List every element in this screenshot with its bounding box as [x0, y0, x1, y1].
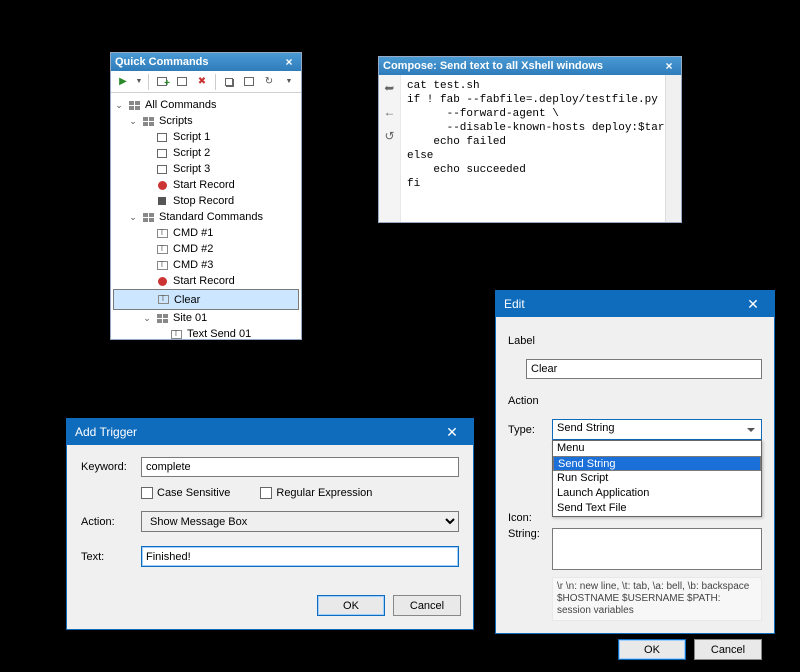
run-icon[interactable]: ▶ — [114, 73, 132, 91]
text-input[interactable] — [141, 546, 459, 567]
tree-stop-record[interactable]: Stop Record — [113, 193, 299, 209]
text-icon — [155, 242, 169, 256]
tree-cmd-2[interactable]: CMD #2 — [113, 241, 299, 257]
cancel-button[interactable]: Cancel — [694, 639, 762, 660]
type-select-display[interactable]: Send String — [552, 419, 762, 440]
regex-checkbox[interactable]: Regular Expression — [260, 487, 372, 499]
tree-root[interactable]: ⌄ All Commands — [113, 97, 299, 113]
edit-dialog: Edit ✕ Label Action Type: Send String Me… — [495, 290, 775, 634]
type-select[interactable]: Send String Menu Send String Run Script … — [552, 419, 762, 440]
tree-start-record-2[interactable]: Start Record — [113, 273, 299, 289]
send-icon[interactable]: ➥ — [384, 81, 394, 95]
edit-titlebar[interactable]: Edit ✕ — [496, 291, 774, 317]
copy-icon[interactable] — [220, 73, 238, 91]
close-icon[interactable]: ✕ — [740, 291, 766, 317]
tree-start-record[interactable]: Start Record — [113, 177, 299, 193]
case-sensitive-checkbox[interactable]: Case Sensitive — [141, 487, 230, 499]
compose-title: Compose: Send text to all Xshell windows — [383, 60, 661, 72]
tree-standard[interactable]: ⌄ Standard Commands — [113, 209, 299, 225]
paste-icon[interactable] — [240, 73, 258, 91]
type-select-list: Menu Send String Run Script Launch Appli… — [552, 440, 762, 517]
tree-text-send-01[interactable]: Text Send 01 — [113, 326, 299, 342]
tree-cmd-1[interactable]: CMD #1 — [113, 225, 299, 241]
text-icon — [155, 226, 169, 240]
back-icon[interactable]: ← — [384, 105, 396, 119]
tree-script-3[interactable]: Script 3 — [113, 161, 299, 177]
text-icon — [169, 327, 183, 341]
string-textarea[interactable] — [552, 528, 762, 570]
compose-gutter: ➥ ← ↺ — [379, 75, 401, 222]
add-trigger-dialog: Add Trigger ✕ Keyword: Case Sensitive Re… — [66, 418, 474, 630]
quick-commands-titlebar[interactable]: Quick Commands × — [111, 53, 301, 71]
ok-button[interactable]: OK — [618, 639, 686, 660]
menu-dropdown-icon[interactable]: ▼ — [280, 73, 298, 91]
grid-icon — [141, 114, 155, 128]
commands-tree: ⌄ All Commands ⌄ Scripts Script 1 Script… — [111, 93, 301, 346]
close-icon[interactable]: ✕ — [439, 419, 465, 445]
tree-script-2[interactable]: Script 2 — [113, 145, 299, 161]
add-icon[interactable]: + — [153, 73, 171, 91]
delete-icon[interactable]: ✖ — [193, 73, 211, 91]
compose-textarea[interactable]: cat test.sh if ! fab --fabfile=.deploy/t… — [401, 75, 665, 222]
add-trigger-titlebar[interactable]: Add Trigger ✕ — [67, 419, 473, 445]
properties-icon[interactable] — [173, 73, 191, 91]
script-icon — [155, 130, 169, 144]
script-icon — [155, 146, 169, 160]
record-icon — [155, 274, 169, 288]
keyword-input[interactable] — [141, 457, 459, 477]
action-select[interactable]: Show Message Box — [141, 511, 459, 532]
quick-commands-title: Quick Commands — [115, 56, 281, 68]
type-label: Type: — [508, 424, 552, 436]
quick-commands-panel: Quick Commands × ▶ ▼ + ✖ ↻ ▼ ⌄ All Comma… — [110, 52, 302, 340]
type-option-launch-app[interactable]: Launch Application — [553, 486, 761, 501]
text-label: Text: — [81, 551, 141, 563]
edit-title: Edit — [504, 297, 740, 311]
action-group-title: Action — [508, 395, 762, 407]
label-input[interactable] — [526, 359, 762, 379]
refresh-icon[interactable]: ↻ — [260, 73, 278, 91]
tree-clear[interactable]: Clear — [113, 289, 299, 310]
record-icon — [155, 178, 169, 192]
close-icon[interactable]: × — [661, 58, 677, 74]
close-icon[interactable]: × — [281, 54, 297, 70]
icon-label: Icon: — [508, 512, 552, 524]
type-option-send-string[interactable]: Send String — [553, 456, 761, 471]
tree-scripts[interactable]: ⌄ Scripts — [113, 113, 299, 129]
compose-panel: Compose: Send text to all Xshell windows… — [378, 56, 682, 223]
compose-titlebar[interactable]: Compose: Send text to all Xshell windows… — [379, 57, 681, 75]
label-group-title: Label — [508, 335, 762, 347]
scrollbar[interactable] — [665, 75, 681, 222]
text-icon — [156, 293, 170, 307]
script-icon — [155, 162, 169, 176]
add-trigger-title: Add Trigger — [75, 425, 439, 439]
keyword-label: Keyword: — [81, 461, 141, 473]
ok-button[interactable]: OK — [317, 595, 385, 616]
tree-site-01[interactable]: ⌄ Site 01 — [113, 310, 299, 326]
type-option-run-script[interactable]: Run Script — [553, 471, 761, 486]
grid-icon — [127, 98, 141, 112]
type-option-send-text-file[interactable]: Send Text File — [553, 501, 761, 516]
type-option-menu[interactable]: Menu — [553, 441, 761, 456]
tree-script-1[interactable]: Script 1 — [113, 129, 299, 145]
text-icon — [155, 258, 169, 272]
cancel-button[interactable]: Cancel — [393, 595, 461, 616]
tree-cmd-3[interactable]: CMD #3 — [113, 257, 299, 273]
hint-text: \r \n: new line, \t: tab, \a: bell, \b: … — [552, 577, 762, 621]
run-dropdown-icon[interactable]: ▼ — [134, 73, 144, 91]
stop-icon — [155, 194, 169, 208]
history-icon[interactable]: ↺ — [384, 129, 394, 143]
quick-commands-toolbar: ▶ ▼ + ✖ ↻ ▼ — [111, 71, 301, 93]
grid-icon — [141, 210, 155, 224]
grid-icon — [155, 311, 169, 325]
action-label: Action: — [81, 516, 141, 528]
string-label: String: — [508, 528, 552, 540]
